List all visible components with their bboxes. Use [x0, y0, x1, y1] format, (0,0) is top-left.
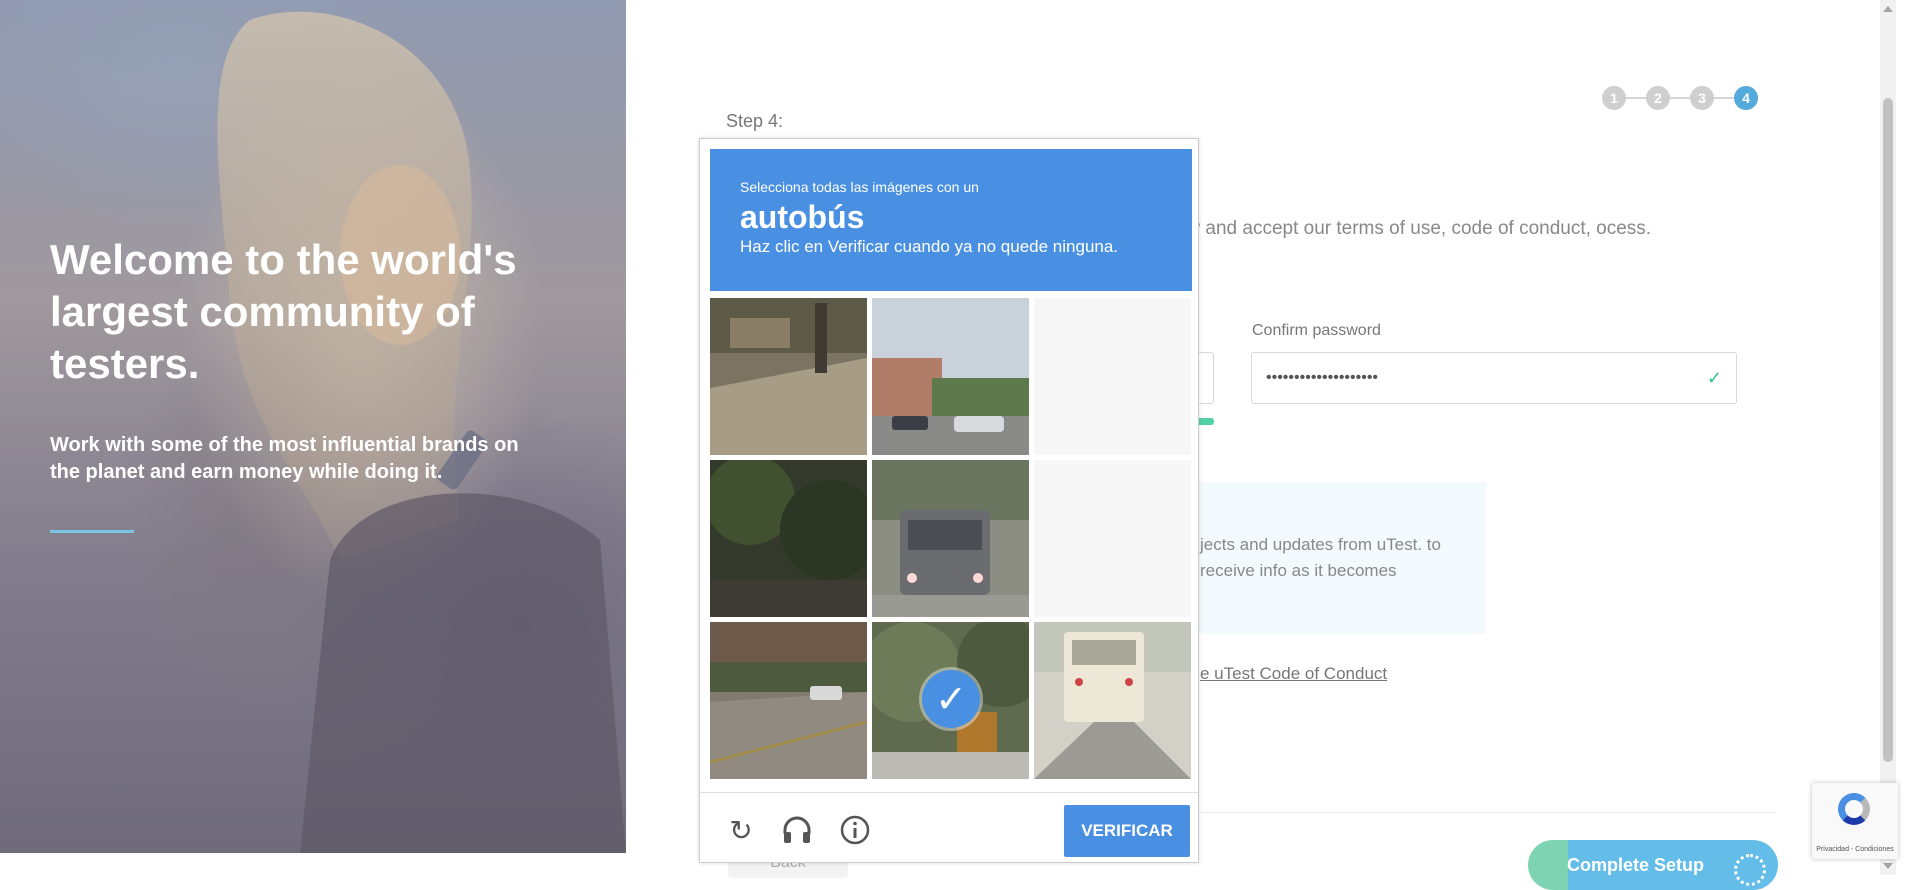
verify-label: VERIFICAR [1081, 821, 1173, 840]
captcha-tile[interactable] [872, 298, 1029, 455]
captcha-tile-selected[interactable]: ✓ [872, 622, 1029, 779]
recaptcha-badge[interactable]: Privacidad - Condiciones [1812, 783, 1898, 859]
recaptcha-logo-icon [1838, 793, 1870, 825]
captcha-image-grid: ✓ [710, 298, 1192, 780]
step-progress: 1 2 3 4 [1602, 86, 1758, 110]
tile-selected-check-icon: ✓ [922, 670, 980, 728]
step-2: 2 [1646, 86, 1670, 110]
newsletter-info-text: jects and updates from uTest. to receive… [1200, 535, 1441, 580]
captcha-tile-loading[interactable] [1034, 460, 1191, 617]
loading-spinner-icon [1734, 854, 1766, 886]
captcha-keyword: autobús [740, 199, 865, 235]
step-connector [1714, 97, 1734, 99]
captcha-tile[interactable] [710, 460, 867, 617]
captcha-instruction-secondary: Haz clic en Verificar cuando ya no quede… [740, 237, 1119, 256]
scroll-up-icon[interactable] [1883, 6, 1893, 12]
tile-image [710, 460, 867, 617]
hero-panel: Welcome to the world's largest community… [0, 0, 626, 853]
hero-title: Welcome to the world's largest community… [50, 236, 517, 387]
captcha-tile[interactable] [872, 460, 1029, 617]
reload-icon[interactable]: ↻ [724, 813, 758, 847]
recaptcha-badge-text: Privacidad - Condiciones [1816, 846, 1894, 853]
step-connector [1670, 97, 1690, 99]
scroll-down-icon[interactable] [1883, 863, 1893, 869]
info-icon[interactable] [838, 813, 872, 847]
step-4-active: 4 [1734, 86, 1758, 110]
captcha-instruction: Selecciona todas las imágenes con un [740, 179, 979, 195]
hero-subtitle: Work with some of the most influential b… [50, 434, 519, 483]
step-connector [1626, 97, 1646, 99]
scroll-thumb[interactable] [1883, 98, 1893, 762]
step-label: Step 4: [726, 111, 784, 131]
confirm-password-value: •••••••••••••••••••• [1266, 369, 1379, 386]
captcha-footer: ↻ VERIFICAR [700, 792, 1198, 863]
tile-image [710, 298, 867, 455]
captcha-header: Selecciona todas las imágenes con un aut… [710, 149, 1192, 291]
tile-image [710, 622, 867, 779]
complete-setup-label: Complete Setup [1567, 854, 1705, 875]
tile-image [872, 460, 1029, 617]
complete-setup-button[interactable]: Complete Setup [1528, 840, 1778, 890]
check-icon: ✓ [1706, 367, 1722, 388]
headphones-icon[interactable] [780, 813, 814, 847]
tile-image [872, 298, 1029, 455]
tile-image [1034, 622, 1191, 779]
captcha-tile[interactable] [1034, 622, 1191, 779]
confirm-password-label: Confirm password [1252, 322, 1381, 339]
code-of-conduct-link[interactable]: e uTest Code of Conduct [1200, 664, 1387, 684]
page-scrollbar[interactable] [1880, 0, 1896, 875]
captcha-tile[interactable] [710, 298, 867, 455]
step-3: 3 [1690, 86, 1714, 110]
captcha-challenge: Selecciona todas las imágenes con un aut… [699, 138, 1199, 863]
hero-content: Welcome to the world's largest community… [50, 234, 570, 533]
captcha-tile-loading[interactable] [1034, 298, 1191, 455]
hero-accent-rule [50, 530, 134, 533]
confirm-password-field[interactable]: •••••••••••••••••••• ✓ [1251, 352, 1737, 404]
verify-button[interactable]: VERIFICAR [1064, 805, 1190, 857]
captcha-tile[interactable] [710, 622, 867, 779]
step-1: 1 [1602, 86, 1626, 110]
